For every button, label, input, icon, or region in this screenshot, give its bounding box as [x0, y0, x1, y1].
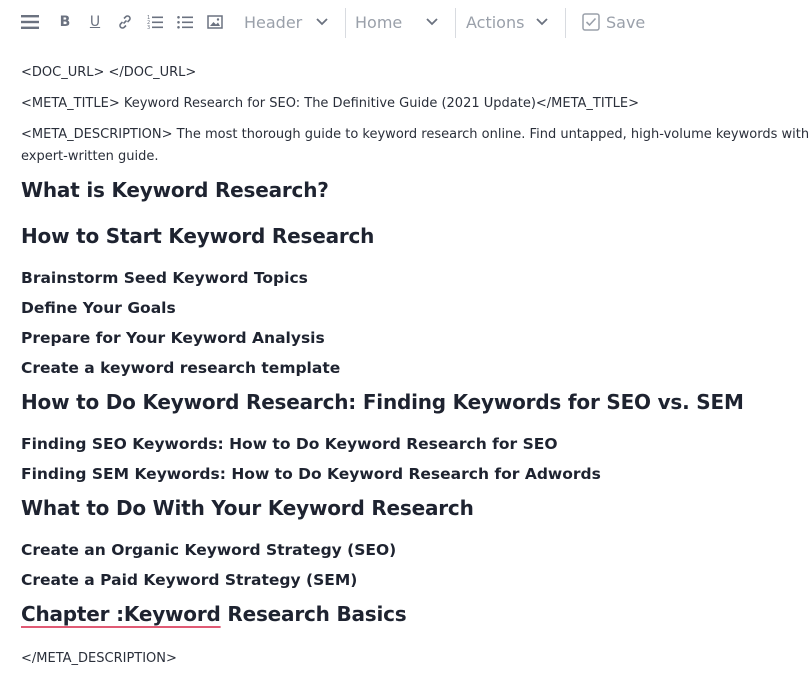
heading-h2: What to Do With Your Keyword Research [21, 496, 474, 520]
image-icon[interactable] [206, 13, 224, 31]
chevron-down-icon [426, 18, 438, 26]
heading-h2: What is Keyword Research? [21, 178, 329, 202]
chapter-heading: Chapter :Keyword Research Basics [21, 602, 407, 626]
save-button[interactable]: Save [582, 10, 645, 34]
doc-url-line: <DOC_URL> </DOC_URL> [21, 65, 197, 80]
underline-button[interactable]: U [86, 13, 104, 31]
header-select-label: Header [244, 12, 303, 32]
heading-h3: Finding SEO Keywords: How to Do Keyword … [21, 435, 558, 453]
toolbar-divider [345, 8, 346, 38]
toolbar-divider [455, 8, 456, 38]
meta-description-line: <META_DESCRIPTION> The most thorough gui… [21, 127, 810, 164]
heading-h3: Create a keyword research template [21, 359, 341, 377]
meta-title-line: <META_TITLE> Keyword Research for SEO: T… [21, 96, 639, 111]
chevron-down-icon [316, 18, 328, 26]
bold-button[interactable]: B [56, 13, 74, 31]
chevron-down-icon [536, 18, 548, 26]
save-button-label: Save [606, 12, 646, 32]
spellcheck-flagged-text[interactable]: Chapter :Keyword [21, 602, 221, 626]
heading-h3: Define Your Goals [21, 299, 176, 317]
chapter-heading-rest: Research Basics [220, 602, 407, 626]
heading-h3: Finding SEM Keywords: How to Do Keyword … [21, 465, 601, 483]
svg-text:3: 3 [147, 25, 150, 30]
checkbox-icon [582, 13, 600, 31]
heading-h2: How to Do Keyword Research: Finding Keyw… [21, 390, 744, 414]
actions-select[interactable]: Actions [466, 10, 556, 34]
home-select[interactable]: Home [355, 10, 445, 34]
header-select[interactable]: Header [244, 10, 334, 34]
editor-toolbar: B U 123 Header Home Actions Save [0, 0, 810, 44]
heading-h3: Brainstorm Seed Keyword Topics [21, 269, 308, 287]
meta-description-close-line: </META_DESCRIPTION> [21, 651, 177, 666]
menu-icon[interactable] [21, 13, 39, 31]
home-select-label: Home [355, 12, 403, 32]
link-icon[interactable] [116, 13, 134, 31]
heading-h2: How to Start Keyword Research [21, 224, 375, 248]
heading-h3: Create an Organic Keyword Strategy (SEO) [21, 541, 397, 559]
actions-select-label: Actions [466, 12, 525, 32]
unordered-list-icon[interactable] [176, 13, 194, 31]
heading-h3: Create a Paid Keyword Strategy (SEM) [21, 571, 358, 589]
heading-h3: Prepare for Your Keyword Analysis [21, 329, 325, 347]
toolbar-divider [565, 8, 566, 38]
ordered-list-icon[interactable]: 123 [146, 13, 164, 31]
